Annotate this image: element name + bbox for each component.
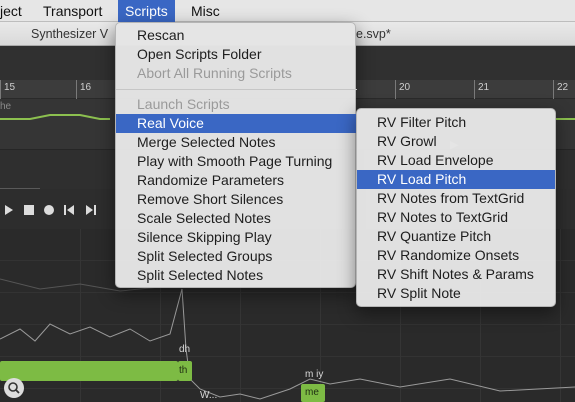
record-icon — [44, 205, 54, 215]
menu-item-abort-all: Abort All Running Scripts — [137, 65, 292, 81]
menu-item-launch-scripts: Launch Scripts — [137, 96, 230, 112]
skip-forward-icon — [86, 205, 96, 215]
note-label: th — [179, 365, 188, 376]
submenu-item-rv-quantize-pitch[interactable]: RV Quantize Pitch — [357, 227, 555, 246]
ruler-tick: 16 — [76, 80, 91, 99]
zoom-icon[interactable] — [4, 378, 24, 398]
stop-icon — [24, 205, 34, 215]
menu-item-split-selected-groups[interactable]: Split Selected Groups — [116, 247, 357, 266]
real-voice-submenu: RV Filter Pitch RV Growl RV Load Envelop… — [356, 108, 556, 307]
magnifier-icon — [8, 382, 20, 394]
ruler-tick: 20 — [395, 80, 410, 99]
menu-item-scale-selected-notes[interactable]: Scale Selected Notes — [116, 209, 357, 228]
submenu-item-rv-growl[interactable]: RV Growl — [357, 132, 555, 151]
lyric-text: W... — [200, 390, 218, 401]
submenu-item-rv-split-note[interactable]: RV Split Note — [357, 284, 555, 303]
menu-item-play-smooth[interactable]: Play with Smooth Page Turning — [116, 152, 357, 171]
menu-item-silence-skipping-play[interactable]: Silence Skipping Play — [116, 228, 357, 247]
submenu-item-rv-filter-pitch[interactable]: RV Filter Pitch — [357, 113, 555, 132]
menu-scripts[interactable]: Scripts — [118, 0, 175, 22]
menu-item-rescan[interactable]: Rescan — [116, 26, 357, 45]
note-block[interactable] — [0, 361, 178, 381]
lyric-text: m iy — [305, 369, 324, 380]
ruler-tick: 15 — [0, 80, 15, 99]
submenu-item-rv-randomize-onsets[interactable]: RV Randomize Onsets — [357, 246, 555, 265]
menu-item-remove-short-silences[interactable]: Remove Short Silences — [116, 190, 357, 209]
menu-separator — [116, 89, 357, 90]
note-block[interactable]: me — [301, 384, 325, 402]
submenu-item-rv-load-envelope[interactable]: RV Load Envelope — [357, 151, 555, 170]
submenu-item-rv-load-pitch[interactable]: RV Load Pitch — [357, 170, 555, 189]
menu-bar: ject Transport Scripts Misc — [0, 0, 575, 22]
lyric-text: dh — [179, 344, 191, 355]
menu-item-open-scripts-folder[interactable]: Open Scripts Folder — [116, 45, 357, 64]
menu-project[interactable]: ject — [0, 0, 22, 22]
menu-misc[interactable]: Misc — [191, 0, 220, 22]
menu-item-split-selected-notes[interactable]: Split Selected Notes — [116, 266, 357, 285]
menu-transport[interactable]: Transport — [43, 0, 102, 22]
transport-controls — [5, 205, 96, 215]
menu-item-label: Real Voice — [137, 115, 204, 131]
note-label: me — [305, 387, 319, 398]
submenu-item-rv-notes-from-textgrid[interactable]: RV Notes from TextGrid — [357, 189, 555, 208]
note-block[interactable]: th — [178, 361, 192, 381]
scripts-menu: Rescan Open Scripts Folder Abort All Run… — [115, 22, 458, 288]
skip-back-icon — [64, 205, 74, 215]
submenu-item-rv-notes-to-textgrid[interactable]: RV Notes to TextGrid — [357, 208, 555, 227]
ruler-tick: 22 — [553, 80, 568, 99]
menu-item-randomize-parameters[interactable]: Randomize Parameters — [116, 171, 357, 190]
play-icon — [5, 205, 13, 215]
window-title-right: e.svp* — [356, 27, 391, 41]
menu-item-real-voice[interactable]: Real Voice — [116, 114, 357, 133]
ruler-tick: 21 — [474, 80, 489, 99]
submenu-item-rv-shift-notes-params[interactable]: RV Shift Notes & Params — [357, 265, 555, 284]
menu-item-merge-selected-notes[interactable]: Merge Selected Notes — [116, 133, 357, 152]
window-title-left: Synthesizer V — [31, 27, 109, 41]
